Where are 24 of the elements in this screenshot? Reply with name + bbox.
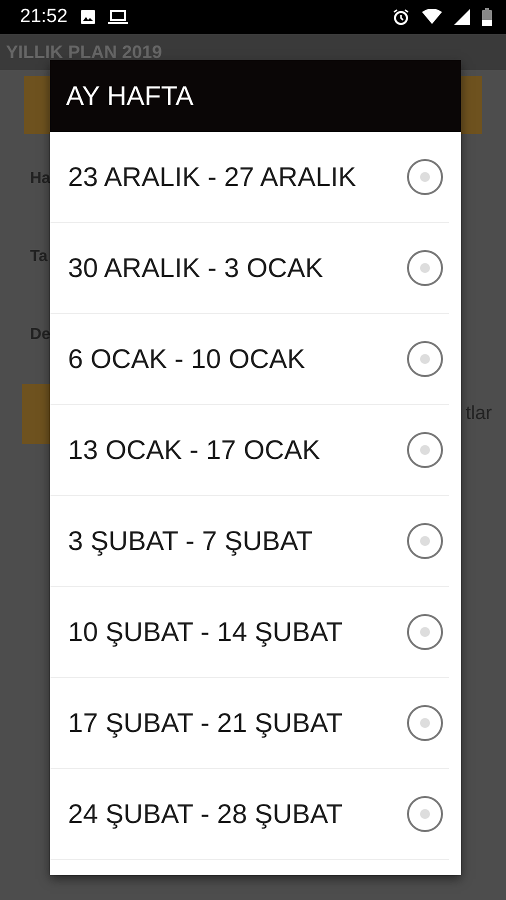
week-option[interactable]: 6 OCAK - 10 OCAK [50,314,449,405]
radio-button[interactable] [407,614,443,650]
battery-icon [482,8,492,26]
radio-button[interactable] [407,341,443,377]
radio-button[interactable] [407,523,443,559]
image-icon [80,9,96,25]
wifi-icon [422,9,442,25]
week-option[interactable]: 10 ŞUBAT - 14 ŞUBAT [50,587,449,678]
radio-button[interactable] [407,159,443,195]
week-option[interactable]: 13 OCAK - 17 OCAK [50,405,449,496]
clock-time: 21:52 [20,6,68,28]
radio-button[interactable] [407,796,443,832]
week-option[interactable]: 30 ARALIK - 3 OCAK [50,223,449,314]
radio-button[interactable] [407,705,443,741]
week-option[interactable]: 23 ARALIK - 27 ARALIK [50,132,449,223]
radio-button[interactable] [407,432,443,468]
week-option[interactable]: 3 ŞUBAT - 7 ŞUBAT [50,496,449,587]
alarm-icon [392,8,410,26]
signal-icon [454,9,470,25]
laptop-icon [108,9,128,25]
week-option[interactable]: 24 ŞUBAT - 28 ŞUBAT [50,769,449,860]
week-option[interactable]: 17 ŞUBAT - 21 ŞUBAT [50,678,449,769]
dialog-title: AY HAFTA [50,60,461,132]
radio-button[interactable] [407,250,443,286]
